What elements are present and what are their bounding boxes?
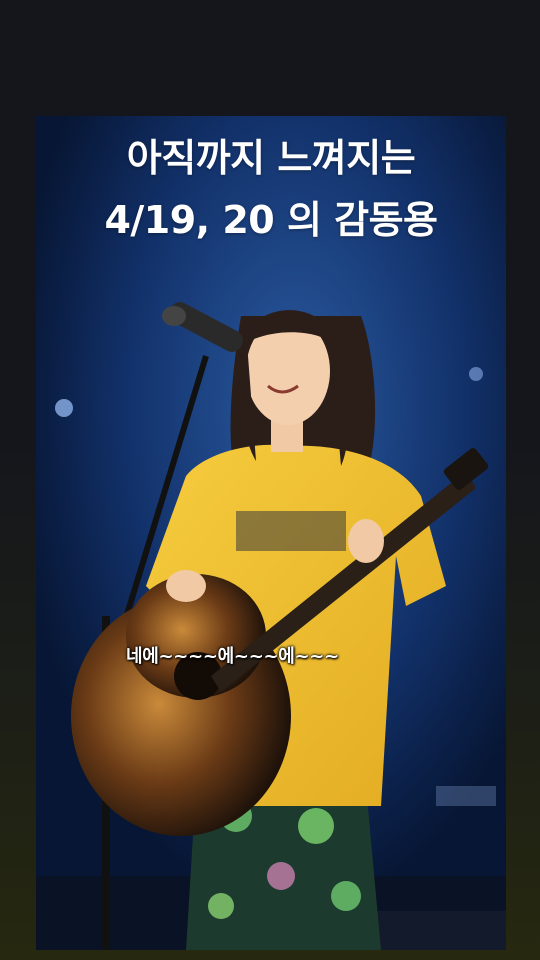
strumming-hand [166,570,206,602]
shirt-graphic [236,511,346,551]
stage-light [436,786,496,806]
stage-light [469,367,483,381]
story-frame: 아직까지 느껴지는 4/19, 20 의 감동용 네에~~~~에~~~에~~~ [36,116,506,950]
fretting-hand [348,519,384,563]
lyric-subtitle: 네에~~~~에~~~에~~~ [126,646,339,667]
caption-line-2: 4/19, 20 의 감동용 [104,198,438,242]
caption-line-1: 아직까지 느껴지는 [126,136,416,180]
stage-light [55,399,73,417]
